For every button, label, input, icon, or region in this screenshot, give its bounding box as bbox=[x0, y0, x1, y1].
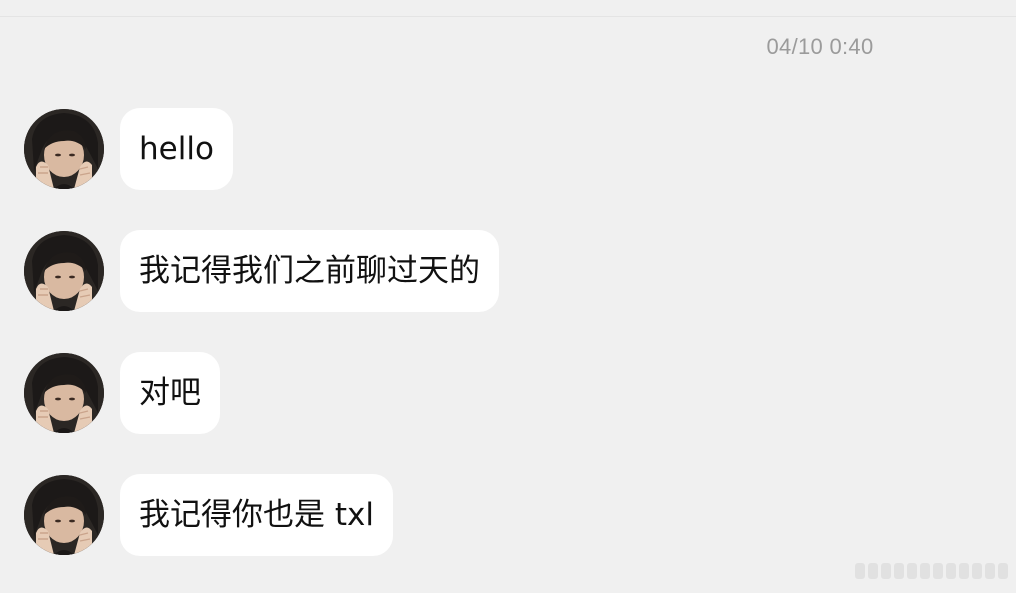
chat-view: 04/10 0:40 hello 我记得我们之前聊过天的 对吧 我记得你也是 t… bbox=[0, 0, 1016, 593]
avatar-portrait-icon[interactable] bbox=[24, 353, 104, 433]
message-row: 我记得我们之前聊过天的 bbox=[24, 230, 499, 312]
top-divider bbox=[0, 16, 1016, 17]
message-text: 对吧 bbox=[139, 374, 201, 411]
avatar-portrait-icon[interactable] bbox=[24, 109, 104, 189]
message-text: 我记得我们之前聊过天的 bbox=[139, 252, 480, 289]
avatar-portrait-icon[interactable] bbox=[24, 475, 104, 555]
message-row: 对吧 bbox=[24, 352, 220, 434]
message-bubble[interactable]: 对吧 bbox=[120, 352, 220, 434]
message-row: hello bbox=[24, 108, 233, 190]
message-timestamp: 04/10 0:40 bbox=[766, 34, 874, 59]
message-bubble[interactable]: 我记得你也是 txl bbox=[120, 474, 393, 556]
message-row: 我记得你也是 txl bbox=[24, 474, 393, 556]
message-bubble[interactable]: hello bbox=[120, 108, 233, 190]
message-bubble[interactable]: 我记得我们之前聊过天的 bbox=[120, 230, 499, 312]
avatar-portrait-icon[interactable] bbox=[24, 231, 104, 311]
message-text: 我记得你也是 txl bbox=[139, 496, 374, 533]
watermark-logo bbox=[855, 563, 1008, 579]
message-text: hello bbox=[139, 130, 214, 167]
